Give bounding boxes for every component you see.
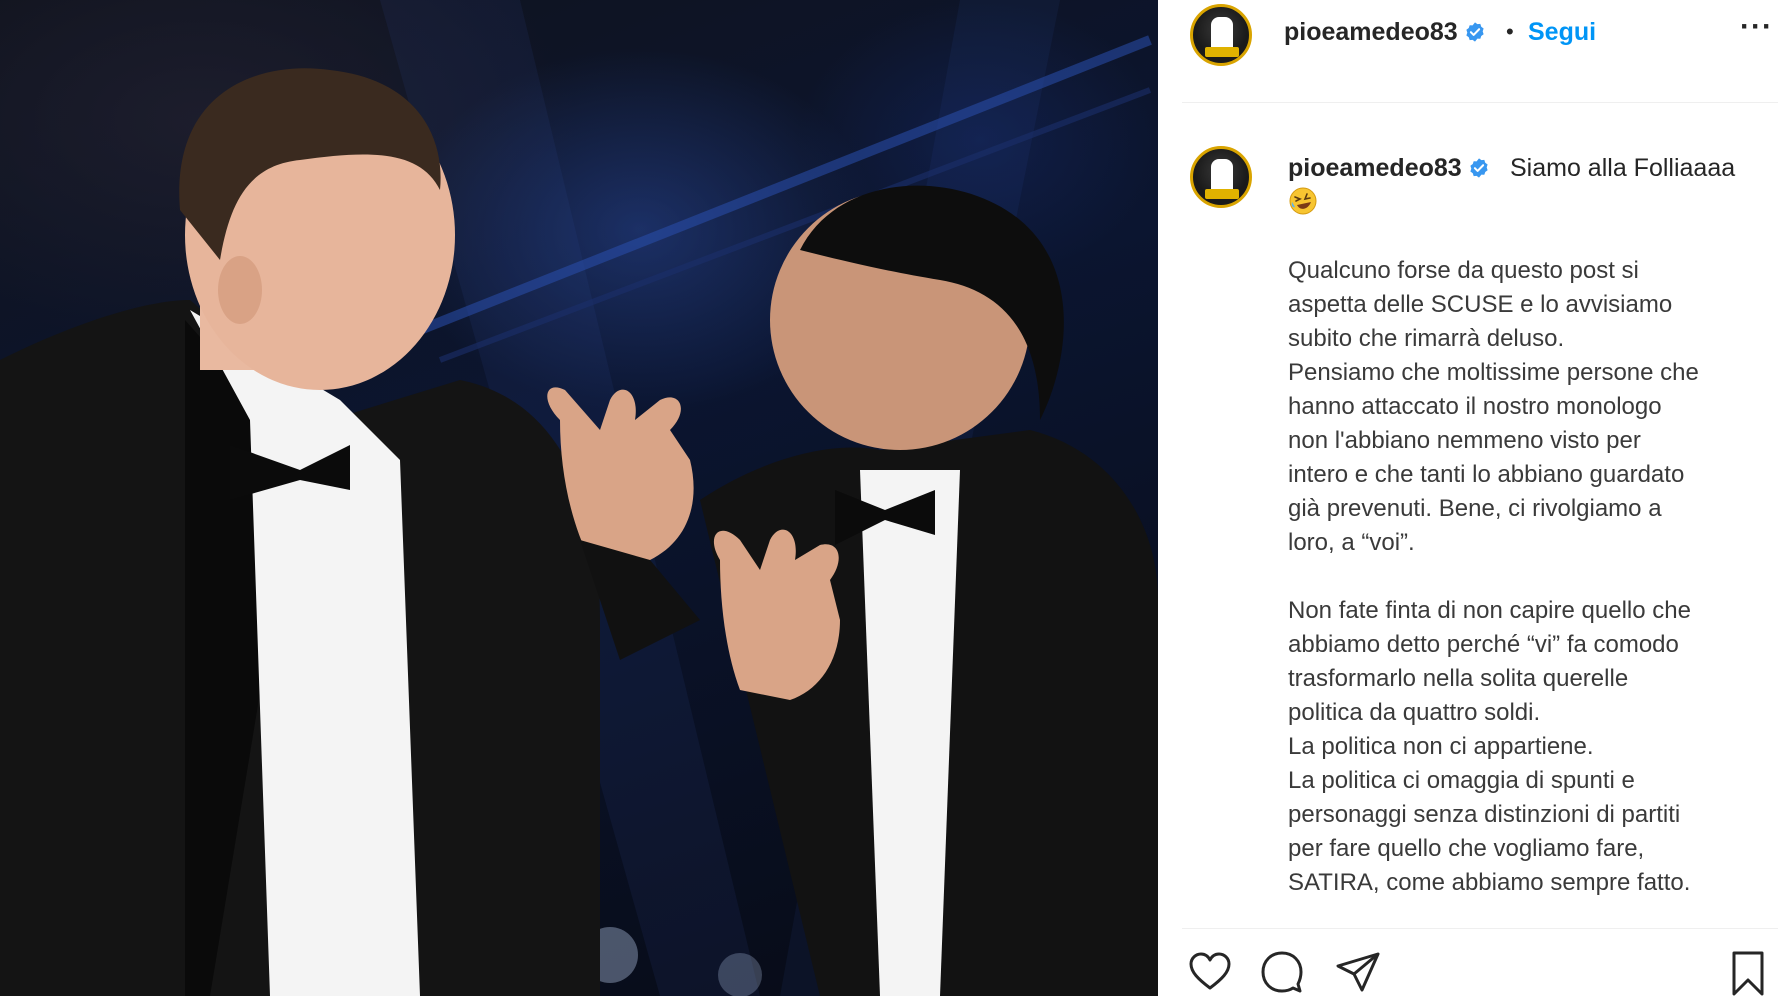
follow-button[interactable]: Segui xyxy=(1528,18,1596,47)
post-header: pioeamedeo83 • Segui ··· xyxy=(1158,0,1778,72)
actions-divider xyxy=(1182,928,1778,929)
header-username-text[interactable]: pioeamedeo83 xyxy=(1284,18,1458,46)
bookmark-icon[interactable] xyxy=(1724,948,1772,996)
post-sidebar: pioeamedeo83 • Segui ··· pioeamedeo83 Si… xyxy=(1158,0,1778,996)
verified-badge-icon xyxy=(1470,158,1488,178)
header-divider xyxy=(1182,102,1778,103)
caption-body: Qualcuno forse da questo post si aspetta… xyxy=(1288,257,1699,896)
verified-badge-icon xyxy=(1466,22,1484,42)
caption-username-text[interactable]: pioeamedeo83 xyxy=(1288,154,1462,182)
header-separator: • xyxy=(1506,19,1514,44)
caption-username[interactable]: pioeamedeo83 xyxy=(1288,154,1490,183)
heart-icon[interactable] xyxy=(1186,948,1234,996)
avatar-tag xyxy=(1205,47,1239,57)
post-photo[interactable] xyxy=(0,0,1158,996)
more-options-button[interactable]: ··· xyxy=(1740,10,1773,44)
action-bar xyxy=(1158,944,1778,996)
profile-avatar[interactable] xyxy=(1190,4,1252,66)
photo-illustration xyxy=(0,0,1158,996)
caption-headline: Siamo alla Folliaaaa xyxy=(1510,154,1736,182)
paper-plane-icon[interactable] xyxy=(1334,948,1382,996)
rolling-laughing-emoji-icon xyxy=(1289,187,1317,215)
comment-bubble-icon[interactable] xyxy=(1258,948,1306,996)
header-username[interactable]: pioeamedeo83 xyxy=(1284,18,1486,47)
avatar-tag xyxy=(1205,189,1239,199)
caption-avatar[interactable] xyxy=(1190,146,1252,208)
